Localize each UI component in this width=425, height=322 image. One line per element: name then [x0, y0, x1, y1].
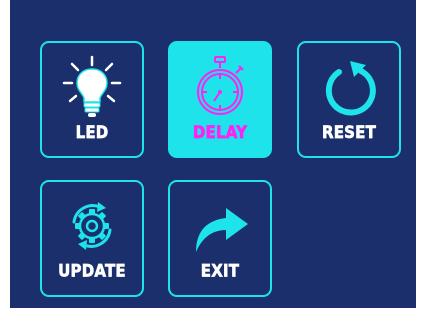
- reset-button[interactable]: RESET: [297, 41, 401, 158]
- update-label: UPDATE: [58, 260, 126, 282]
- exit-arrow-icon: [196, 208, 248, 252]
- update-button[interactable]: UPDATE: [40, 180, 144, 297]
- reset-icon: [325, 61, 376, 116]
- exit-button[interactable]: EXIT: [168, 180, 272, 297]
- led-button[interactable]: LED: [40, 41, 144, 158]
- delay-button[interactable]: DELAY: [168, 41, 272, 158]
- lightbulb-icon: [62, 55, 122, 117]
- menu-screen: LED DELAY RESET UPDATE EXIT: [10, 0, 416, 308]
- delay-label: DELAY: [192, 121, 248, 143]
- stopwatch-icon: [197, 56, 244, 115]
- exit-label: EXIT: [200, 260, 240, 282]
- reset-label: RESET: [321, 121, 377, 143]
- gear-refresh-icon: [72, 202, 112, 250]
- led-label: LED: [75, 121, 109, 143]
